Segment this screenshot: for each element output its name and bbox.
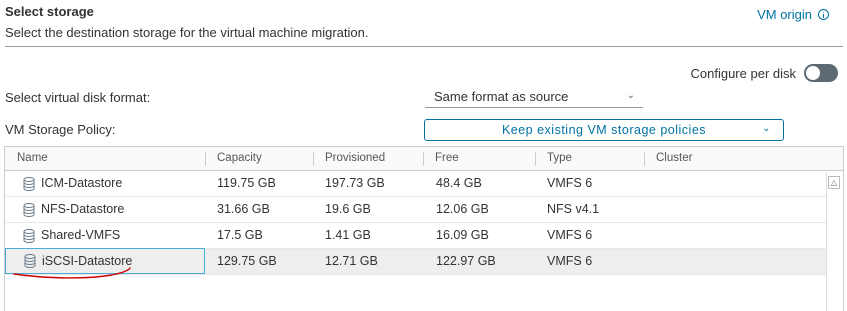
disk-format-value: Same format as source [434, 89, 569, 104]
grid-header: Name Capacity Provisioned Free Type Clus… [5, 147, 843, 171]
name-cell: Shared-VMFS [5, 223, 205, 248]
column-header-provisioned[interactable]: Provisioned [313, 147, 385, 170]
info-icon [818, 9, 829, 20]
column-header-name[interactable]: Name [5, 147, 48, 170]
type-cell: VMFS 6 [547, 254, 593, 268]
free-cell: 48.4 GB [436, 176, 482, 190]
capacity-cell: 31.66 GB [217, 202, 270, 216]
datastore-name: Shared-VMFS [41, 228, 121, 242]
storage-policy-dropdown[interactable]: Keep existing VM storage policies ⌄ [424, 119, 784, 141]
page-title: Select storage [5, 4, 94, 19]
configure-per-disk-toggle[interactable] [804, 64, 838, 82]
capacity-cell: 129.75 GB [217, 254, 277, 268]
database-icon [23, 176, 35, 191]
column-header-type[interactable]: Type [535, 147, 572, 170]
table-row[interactable]: NFS-Datastore 31.66 GB 19.6 GB 12.06 GB … [5, 197, 827, 223]
free-cell: 12.06 GB [436, 202, 489, 216]
red-annotation-underline [13, 267, 131, 279]
vertical-scrollbar[interactable]: △ [826, 172, 841, 311]
capacity-cell: 17.5 GB [217, 228, 263, 242]
name-cell: ICM-Datastore [5, 171, 205, 196]
table-row[interactable]: ICM-Datastore 119.75 GB 197.73 GB 48.4 G… [5, 171, 827, 197]
datastore-name: ICM-Datastore [41, 176, 123, 190]
chevron-down-icon: ⌄ [626, 90, 635, 101]
type-cell: VMFS 6 [547, 176, 593, 190]
chevron-down-icon: ⌄ [762, 123, 771, 134]
toggle-knob [806, 66, 820, 80]
vm-origin-link[interactable]: VM origin [757, 7, 829, 22]
column-header-free[interactable]: Free [423, 147, 459, 170]
datastore-name: NFS-Datastore [41, 202, 125, 216]
type-cell: VMFS 6 [547, 228, 593, 242]
provisioned-cell: 12.71 GB [325, 254, 378, 268]
column-header-cluster[interactable]: Cluster [644, 147, 692, 170]
storage-policy-label: VM Storage Policy: [5, 122, 116, 137]
page-subtitle: Select the destination storage for the v… [5, 25, 369, 40]
provisioned-cell: 1.41 GB [325, 228, 371, 242]
disk-format-select[interactable]: Same format as source ⌄ [425, 86, 643, 108]
configure-per-disk-label: Configure per disk [690, 66, 797, 81]
column-header-capacity[interactable]: Capacity [205, 147, 262, 170]
database-icon [23, 228, 35, 243]
provisioned-cell: 197.73 GB [325, 176, 385, 190]
database-icon [23, 202, 35, 217]
type-cell: NFS v4.1 [547, 202, 600, 216]
free-cell: 122.97 GB [436, 254, 496, 268]
storage-policy-value: Keep existing VM storage policies [501, 123, 707, 137]
table-row[interactable]: Shared-VMFS 17.5 GB 1.41 GB 16.09 GB VMF… [5, 223, 827, 249]
scroll-up-arrow-icon[interactable]: △ [828, 176, 840, 189]
capacity-cell: 119.75 GB [217, 176, 276, 190]
datastore-grid: Name Capacity Provisioned Free Type Clus… [4, 146, 844, 311]
header-divider [5, 46, 843, 47]
provisioned-cell: 19.6 GB [325, 202, 371, 216]
free-cell: 16.09 GB [436, 228, 489, 242]
vm-origin-label: VM origin [757, 7, 812, 22]
name-cell: NFS-Datastore [5, 197, 205, 222]
disk-format-label: Select virtual disk format: [5, 90, 151, 105]
